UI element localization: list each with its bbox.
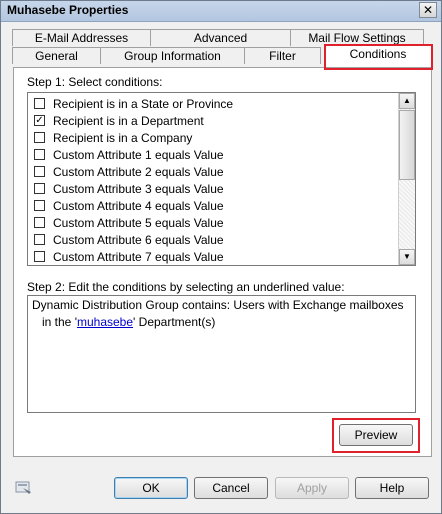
- step2-label: Step 2: Edit the conditions by selecting…: [27, 280, 345, 294]
- window-title: Muhasebe Properties: [7, 3, 129, 17]
- tab-label: Group Information: [124, 49, 221, 63]
- condition-description: Dynamic Distribution Group contains: Use…: [27, 295, 416, 413]
- item-label: Custom Attribute 5 equals Value: [53, 216, 224, 230]
- tab-email-addresses[interactable]: E-Mail Addresses: [12, 29, 151, 46]
- checkbox[interactable]: [34, 98, 45, 109]
- preview-button[interactable]: Preview: [339, 424, 413, 446]
- scroll-thumb[interactable]: [399, 110, 415, 180]
- tab-label: Filter: [269, 49, 296, 63]
- tab-mail-flow-settings[interactable]: Mail Flow Settings: [290, 29, 424, 46]
- title-bar: Muhasebe Properties ✕: [1, 1, 441, 22]
- close-button[interactable]: ✕: [419, 2, 437, 18]
- cancel-button[interactable]: Cancel: [194, 477, 268, 499]
- item-label: Custom Attribute 1 equals Value: [53, 148, 224, 162]
- item-label: Custom Attribute 4 equals Value: [53, 199, 224, 213]
- item-label: Recipient is in a Company: [53, 131, 193, 145]
- item-label: Custom Attribute 3 equals Value: [53, 182, 224, 196]
- description-line1: Dynamic Distribution Group contains: Use…: [32, 298, 404, 312]
- tab-label: Advanced: [193, 31, 248, 45]
- scroll-down-icon[interactable]: ▼: [399, 249, 415, 265]
- scroll-up-icon[interactable]: ▲: [399, 93, 415, 109]
- apply-button[interactable]: Apply: [275, 477, 349, 499]
- checkbox[interactable]: ✓: [34, 115, 45, 126]
- tab-group-information[interactable]: Group Information: [100, 47, 245, 64]
- item-label: Recipient is in a Department: [53, 114, 204, 128]
- description-line2: in the 'muhasebe' Department(s): [42, 315, 215, 329]
- ok-button[interactable]: OK: [114, 477, 188, 499]
- tab-conditions[interactable]: Conditions: [324, 45, 432, 67]
- line2-suffix: ' Department(s): [133, 315, 216, 329]
- close-icon: ✕: [422, 3, 434, 17]
- properties-dialog: Muhasebe Properties ✕ E-Mail Addresses A…: [0, 0, 442, 514]
- conditions-list[interactable]: Recipient is in a State or Province ✓ Rec…: [27, 92, 416, 266]
- tab-label: E-Mail Addresses: [34, 31, 129, 45]
- item-label: Custom Attribute 6 equals Value: [53, 233, 224, 247]
- checkbox[interactable]: [34, 251, 45, 262]
- checkbox[interactable]: [34, 234, 45, 245]
- item-label: Recipient is in a State or Province: [53, 97, 234, 111]
- checkbox[interactable]: [34, 132, 45, 143]
- step1-label: Step 1: Select conditions:: [27, 75, 163, 89]
- checkbox[interactable]: [34, 217, 45, 228]
- list-scrollbar[interactable]: ▲ ▼: [398, 93, 415, 265]
- tab-label: General: [35, 49, 78, 63]
- department-value-link[interactable]: muhasebe: [77, 315, 133, 329]
- tab-advanced[interactable]: Advanced: [150, 29, 291, 46]
- tab-filter[interactable]: Filter: [244, 47, 321, 64]
- checkbox[interactable]: [34, 200, 45, 211]
- checkbox[interactable]: [34, 149, 45, 160]
- checkbox[interactable]: [34, 166, 45, 177]
- checkbox[interactable]: [34, 183, 45, 194]
- help-icon[interactable]: [15, 481, 33, 495]
- tab-label: Conditions: [349, 47, 407, 61]
- item-label: Custom Attribute 2 equals Value: [53, 165, 224, 179]
- tab-general[interactable]: General: [12, 47, 101, 64]
- help-button[interactable]: Help: [355, 477, 429, 499]
- tab-label: Mail Flow Settings: [308, 31, 406, 45]
- item-label: Custom Attribute 7 equals Value: [53, 250, 224, 264]
- line2-prefix: in the ': [42, 315, 77, 329]
